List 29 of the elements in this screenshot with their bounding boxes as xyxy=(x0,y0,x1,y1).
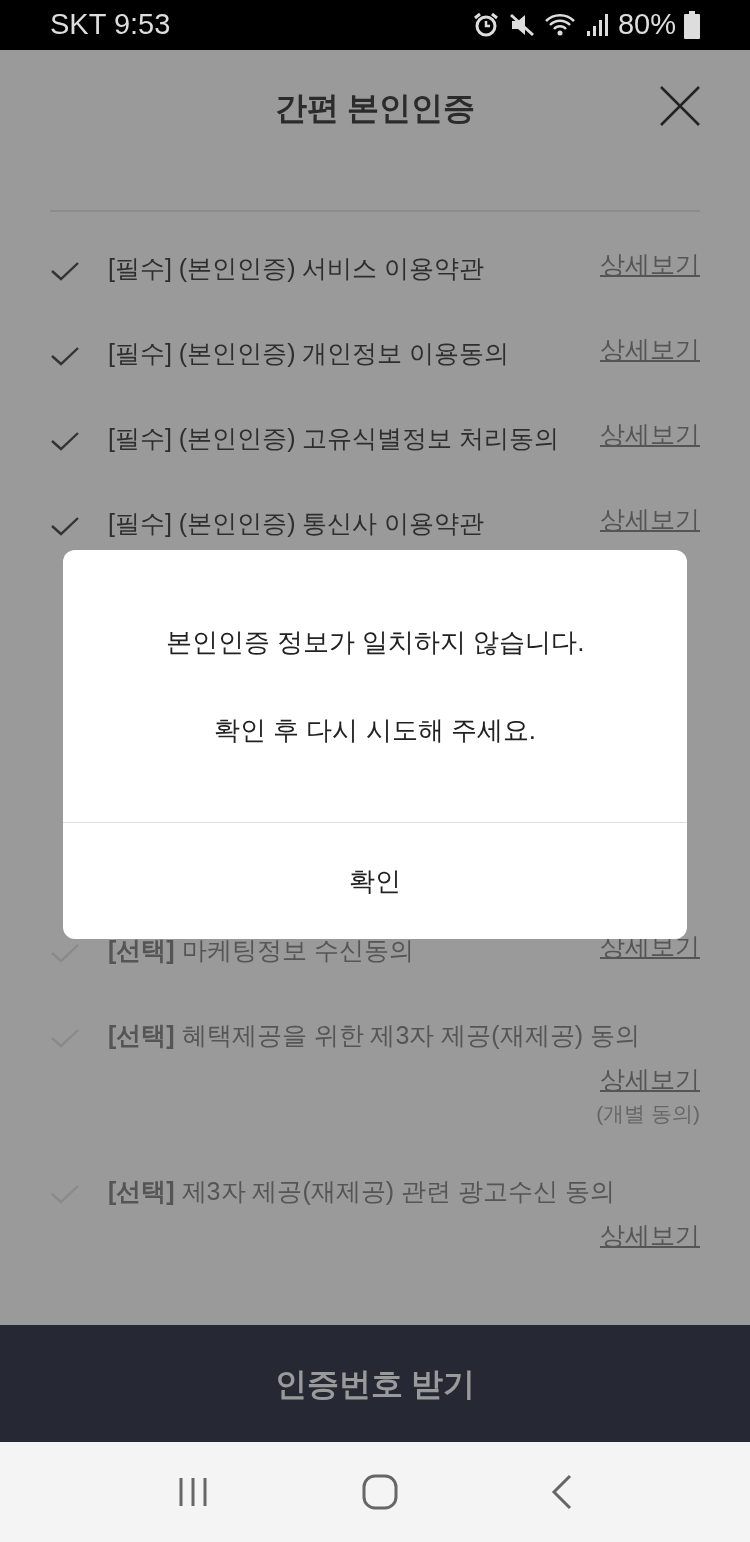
battery-icon xyxy=(684,11,700,39)
agreement-text: [필수] (본인인증) 개인정보 이용동의 xyxy=(108,338,511,369)
details-link[interactable]: 상세보기 xyxy=(600,416,700,452)
agreement-text: [필수] (본인인증) 서비스 이용약관 xyxy=(108,253,486,284)
close-button[interactable] xyxy=(660,86,700,126)
details-link[interactable]: 상세보기 xyxy=(600,501,700,537)
mute-icon xyxy=(507,12,536,38)
details-link[interactable]: 상세보기 xyxy=(600,331,700,367)
checkbox[interactable] xyxy=(50,430,80,452)
submit-button[interactable]: 인증번호 받기 xyxy=(0,1325,750,1442)
details-link[interactable]: 상세보기 xyxy=(600,1217,700,1253)
agreement-text: [필수] (본인인증) 고유식별정보 처리동의 xyxy=(108,423,561,454)
checkbox[interactable] xyxy=(50,345,80,367)
agreement-text: [선택] 제3자 제공(재제공) 관련 광고수신 동의 xyxy=(108,1176,616,1207)
battery-percent: 80% xyxy=(617,7,676,43)
details-link[interactable]: 상세보기 xyxy=(600,1061,700,1097)
signal-icon xyxy=(585,12,610,38)
dialog-message: 본인인증 정보가 일치하지 않습니다. xyxy=(165,626,585,659)
agreement-text: [필수] (본인인증) 통신사 이용약관 xyxy=(108,508,486,539)
alarm-icon xyxy=(471,12,500,38)
back-icon[interactable] xyxy=(550,1474,574,1510)
agreement-text: [선택] 혜택제공을 위한 제3자 제공(재제공) 동의 xyxy=(108,1020,641,1051)
checkbox[interactable] xyxy=(50,515,80,537)
home-icon[interactable] xyxy=(362,1474,398,1510)
carrier-time: SKT 9:53 xyxy=(50,7,171,43)
details-link[interactable]: 상세보기 xyxy=(600,246,700,282)
dialog-message: 확인 후 다시 시도해 주세요. xyxy=(213,714,537,747)
checkbox[interactable] xyxy=(50,260,80,282)
page-title: 간편 본인인증 xyxy=(274,88,476,128)
